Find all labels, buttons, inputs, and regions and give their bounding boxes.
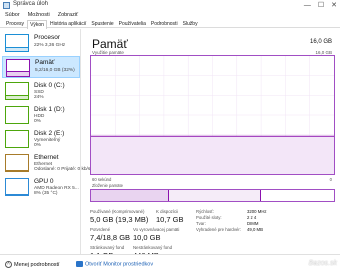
sidebar-item-memory[interactable]: Pamäť 5,2/16,0 GB (32%) bbox=[2, 56, 80, 78]
cached-label: Vo vyrovnávacej pamäti bbox=[133, 227, 180, 232]
sidebar-item-usage: 0% bbox=[34, 119, 41, 124]
sidebar-item-label: Disk 2 (E:) bbox=[34, 130, 65, 137]
tab-bar: Procesy Výkon História aplikácií Spusten… bbox=[0, 20, 340, 29]
open-resource-monitor-link[interactable]: Otvoriť Monitor prostriedkov bbox=[76, 261, 153, 267]
composition-segment-free bbox=[261, 190, 334, 201]
tab-processes[interactable]: Procesy bbox=[4, 20, 26, 27]
hardware-reserved-label: Vyhradené pre hardvér: bbox=[196, 227, 241, 232]
sidebar-item-usage: Odoslané: 0 Prijaté: 0 kb/s bbox=[34, 167, 91, 172]
committed-value: 7,4/18,8 GB bbox=[90, 233, 131, 242]
tab-users[interactable]: Používatelia bbox=[117, 20, 148, 27]
disk-thumbnail-graph bbox=[5, 106, 29, 124]
sidebar-item-detail: 5,2/16,0 GB (32%) bbox=[35, 68, 75, 73]
sidebar-item-label: Disk 1 (D:) bbox=[34, 106, 65, 113]
memory-thumbnail-graph bbox=[6, 59, 30, 77]
memory-usage-area bbox=[91, 136, 334, 174]
in-use-value: 5,0 GB (19,3 MB) bbox=[90, 215, 149, 224]
graph-time-start: 60 sekúnd bbox=[92, 177, 112, 182]
window-controls: — ☐ ✕ bbox=[304, 0, 337, 11]
available-value: 10,7 GB bbox=[156, 215, 184, 224]
memory-usage-svg bbox=[91, 56, 334, 174]
resource-monitor-icon bbox=[76, 261, 83, 267]
sidebar-item-disk-1[interactable]: Disk 1 (D:) HDD 0% bbox=[2, 104, 80, 126]
maximize-icon[interactable]: ☐ bbox=[318, 0, 324, 11]
minimize-icon[interactable]: — bbox=[304, 0, 311, 11]
form-factor-value: DIMM bbox=[247, 221, 259, 226]
slots-value: 2 z 4 bbox=[247, 215, 257, 220]
resource-monitor-label: Otvoriť Monitor prostriedkov bbox=[85, 261, 154, 268]
sidebar-item-cpu[interactable]: Procesor 22% 3,36 GHz bbox=[2, 32, 80, 54]
window-title: Správca úloh bbox=[13, 1, 49, 7]
sidebar-item-usage: 24% bbox=[34, 95, 44, 100]
sidebar-item-detail: 22% 3,36 GHz bbox=[34, 43, 66, 48]
composition-segment-used bbox=[91, 190, 169, 201]
available-label: K dispozícii bbox=[156, 209, 179, 214]
sidebar-item-gpu[interactable]: GPU 0 AMD Radeon RX 5... 8% (35 °C) bbox=[2, 176, 80, 198]
tab-services[interactable]: Služby bbox=[181, 20, 200, 27]
graph-time-end: 0 bbox=[329, 177, 332, 182]
sidebar-item-label: GPU 0 bbox=[34, 178, 54, 185]
tab-startup[interactable]: Spustenie bbox=[89, 20, 115, 27]
menu-file[interactable]: Súbor bbox=[5, 11, 20, 20]
sidebar-item-disk-0[interactable]: Disk 0 (C:) SSD 24% bbox=[2, 80, 80, 102]
nonpaged-pool-label: Nestránkovaný fond bbox=[133, 245, 173, 250]
sidebar-item-usage: 8% (35 °C) bbox=[34, 191, 58, 196]
memory-detail-panel: Pamäť 16,0 GB Využitie pamäte 16,0 GB 60… bbox=[87, 29, 337, 260]
speed-value: 3200 MHz bbox=[247, 209, 267, 214]
close-icon[interactable]: ✕ bbox=[331, 0, 337, 11]
memory-usage-graph bbox=[90, 55, 335, 175]
form-factor-label: Tvar: bbox=[196, 221, 206, 226]
sidebar-item-label: Procesor bbox=[34, 34, 61, 41]
tab-performance[interactable]: Výkon bbox=[27, 20, 47, 29]
gpu-thumbnail-graph bbox=[5, 178, 29, 196]
hardware-reserved-value: 49,0 MB bbox=[247, 227, 264, 232]
sidebar-item-usage: 0% bbox=[34, 143, 41, 148]
slots-label: Použité sloty: bbox=[196, 215, 222, 220]
menu-view[interactable]: Zobraziť bbox=[58, 11, 78, 20]
ethernet-thumbnail-graph bbox=[5, 154, 29, 172]
page-title: Pamäť bbox=[92, 37, 128, 51]
menu-options[interactable]: Možnosti bbox=[28, 11, 50, 20]
fewer-details-button[interactable]: ˄ Menej podrobností bbox=[5, 261, 60, 268]
in-use-label: Používané (Komprimované) bbox=[90, 209, 145, 214]
title-bar: Správca úloh — ☐ ✕ bbox=[0, 0, 340, 11]
performance-sidebar: Procesor 22% 3,36 GHz Pamäť 5,2/16,0 GB … bbox=[0, 29, 90, 254]
task-manager-icon bbox=[3, 2, 10, 9]
committed-label: Potvrdené bbox=[90, 227, 111, 232]
composition-segment-standby bbox=[168, 190, 262, 201]
chevron-up-icon: ˄ bbox=[5, 261, 12, 268]
memory-composition-bar bbox=[90, 189, 335, 202]
sidebar-item-label: Pamäť bbox=[35, 59, 55, 66]
sidebar-item-disk-2[interactable]: Disk 2 (E:) Vymeniteľný 0% bbox=[2, 128, 80, 150]
disk-thumbnail-graph bbox=[5, 82, 29, 100]
tab-app-history[interactable]: História aplikácií bbox=[48, 20, 88, 27]
speed-label: Rýchlosť: bbox=[196, 209, 215, 214]
disk-thumbnail-graph bbox=[5, 130, 29, 148]
fewer-details-label: Menej podrobností bbox=[14, 261, 60, 268]
menu-bar: Súbor Možnosti Zobraziť bbox=[0, 11, 340, 20]
footer-bar: ˄ Menej podrobností Otvoriť Monitor prost… bbox=[0, 254, 340, 274]
sidebar-item-ethernet[interactable]: Ethernet Ethernet Odoslané: 0 Prijaté: 0… bbox=[2, 152, 90, 174]
tab-details[interactable]: Podrobnosti bbox=[149, 20, 180, 27]
composition-label: Zloženie pamäte bbox=[92, 183, 123, 188]
paged-pool-label: Stránkovaný fond bbox=[90, 245, 125, 250]
sidebar-item-label: Ethernet bbox=[34, 154, 59, 161]
cached-value: 10,0 GB bbox=[133, 233, 161, 242]
sidebar-item-label: Disk 0 (C:) bbox=[34, 82, 65, 89]
watermark: Bazos.sk bbox=[308, 260, 337, 267]
cpu-thumbnail-graph bbox=[5, 34, 29, 52]
memory-total: 16,0 GB bbox=[309, 39, 332, 45]
